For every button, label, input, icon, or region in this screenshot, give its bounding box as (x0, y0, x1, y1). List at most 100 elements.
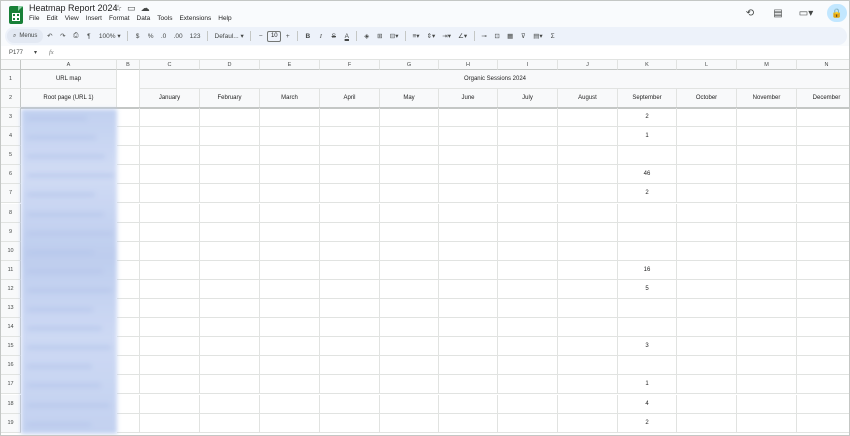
row-header-3[interactable]: 3 (1, 108, 21, 128)
table-cell[interactable] (737, 356, 797, 376)
table-cell-september[interactable]: 2 (618, 108, 677, 128)
table-cell[interactable] (558, 108, 618, 128)
table-cell[interactable] (737, 222, 797, 242)
sheet-grid[interactable]: A B C D E F G H I J K L M N 1 2 3 4 5 6 7 8 9 10 11 12 13 14 15 16 17 1… (1, 60, 849, 435)
row-header-19[interactable]: 19 (1, 413, 21, 433)
table-cell[interactable] (498, 413, 558, 433)
menus-search[interactable]: ⌕ Menus (7, 29, 44, 43)
table-cell[interactable] (439, 108, 498, 128)
table-cell[interactable] (140, 203, 200, 223)
table-cell[interactable] (677, 394, 737, 414)
table-cell[interactable] (380, 299, 439, 319)
table-cell[interactable] (140, 375, 200, 395)
table-cell[interactable] (200, 279, 260, 299)
menu-extensions[interactable]: Extensions (179, 15, 211, 22)
table-cell[interactable] (498, 165, 558, 185)
column-header-l[interactable]: L (677, 60, 737, 70)
table-cell[interactable] (260, 279, 320, 299)
month-header-february[interactable]: February (200, 89, 260, 108)
table-cell[interactable] (200, 184, 260, 204)
cell-a1-url-map[interactable]: URL map (21, 70, 117, 89)
row-header-14[interactable]: 14 (1, 318, 21, 338)
table-cell[interactable] (439, 203, 498, 223)
sheets-logo-icon[interactable] (9, 6, 23, 24)
table-cell[interactable] (260, 165, 320, 185)
table-cell[interactable] (140, 146, 200, 166)
table-cell[interactable] (320, 241, 380, 261)
table-cell[interactable] (558, 146, 618, 166)
table-cell[interactable] (140, 184, 200, 204)
table-cell[interactable] (260, 203, 320, 223)
table-cell[interactable] (117, 146, 140, 166)
row-header-2[interactable]: 2 (1, 89, 21, 108)
table-cell[interactable] (117, 299, 140, 319)
merge-cells-icon[interactable]: ⊟▾ (388, 29, 401, 43)
table-cell[interactable] (797, 261, 849, 280)
menu-insert[interactable]: Insert (86, 15, 102, 22)
table-cell[interactable] (140, 127, 200, 147)
table-cell[interactable] (677, 222, 737, 242)
table-cell[interactable] (117, 127, 140, 147)
column-header-n[interactable]: N (797, 60, 849, 70)
table-cell[interactable] (260, 299, 320, 319)
table-cell[interactable] (737, 184, 797, 204)
table-cell-september[interactable] (618, 356, 677, 376)
month-header-january[interactable]: January (140, 89, 200, 108)
horizontal-align-icon[interactable]: ≡▾ (411, 29, 422, 43)
table-cell[interactable] (797, 204, 849, 223)
table-cell[interactable] (737, 127, 797, 147)
select-all-corner[interactable] (1, 60, 21, 70)
table-cell[interactable] (677, 127, 737, 147)
table-cell[interactable] (380, 146, 439, 166)
row-header-8[interactable]: 8 (1, 203, 21, 223)
decrease-decimal-button[interactable]: .0 (159, 29, 169, 43)
table-cell[interactable] (260, 127, 320, 147)
more-formats-button[interactable]: 123 (188, 29, 203, 43)
table-cell[interactable] (498, 356, 558, 376)
table-cell[interactable] (439, 184, 498, 204)
table-cell[interactable] (140, 279, 200, 299)
comments-icon[interactable]: ▤ (771, 6, 785, 20)
table-cell[interactable] (677, 337, 737, 357)
table-cell[interactable] (737, 108, 797, 128)
row-header-10[interactable]: 10 (1, 241, 21, 261)
table-cell[interactable] (117, 356, 140, 376)
row-header-7[interactable]: 7 (1, 184, 21, 204)
table-cell[interactable] (439, 146, 498, 166)
table-cell[interactable] (677, 108, 737, 128)
table-cell[interactable] (380, 394, 439, 414)
table-cell[interactable] (498, 394, 558, 414)
table-cell[interactable] (558, 203, 618, 223)
table-cell[interactable] (677, 203, 737, 223)
menu-tools[interactable]: Tools (157, 15, 172, 22)
table-cell[interactable] (677, 165, 737, 185)
row-header-13[interactable]: 13 (1, 299, 21, 319)
table-cell[interactable] (797, 318, 849, 338)
month-header-may[interactable]: May (380, 89, 439, 108)
menu-help[interactable]: Help (218, 15, 231, 22)
table-cell[interactable] (737, 394, 797, 414)
table-cell[interactable] (737, 413, 797, 433)
month-header-october[interactable]: October (677, 89, 737, 108)
table-cell-september[interactable] (618, 203, 677, 223)
redo-icon[interactable]: ↷ (58, 29, 68, 43)
table-cell[interactable] (737, 241, 797, 261)
organic-sessions-header[interactable]: Organic Sessions 2024 (140, 70, 849, 89)
table-cell[interactable] (380, 413, 439, 433)
table-cell[interactable] (380, 375, 439, 395)
strikethrough-button[interactable]: S (329, 29, 339, 43)
month-header-july[interactable]: July (498, 89, 558, 108)
move-folder-icon[interactable]: ▭ (127, 3, 136, 14)
table-cell[interactable] (117, 337, 140, 357)
column-header-k[interactable]: K (618, 60, 677, 70)
table-cell[interactable] (797, 395, 849, 414)
row-header-6[interactable]: 6 (1, 165, 21, 185)
text-color-button[interactable]: A (342, 29, 352, 43)
table-cell[interactable] (140, 299, 200, 319)
column-header-d[interactable]: D (200, 60, 260, 70)
table-cell[interactable] (117, 318, 140, 338)
table-cell[interactable] (117, 375, 140, 395)
table-cell[interactable] (439, 356, 498, 376)
text-rotation-icon[interactable]: ∠▾ (456, 29, 469, 43)
table-cell[interactable] (117, 394, 140, 414)
